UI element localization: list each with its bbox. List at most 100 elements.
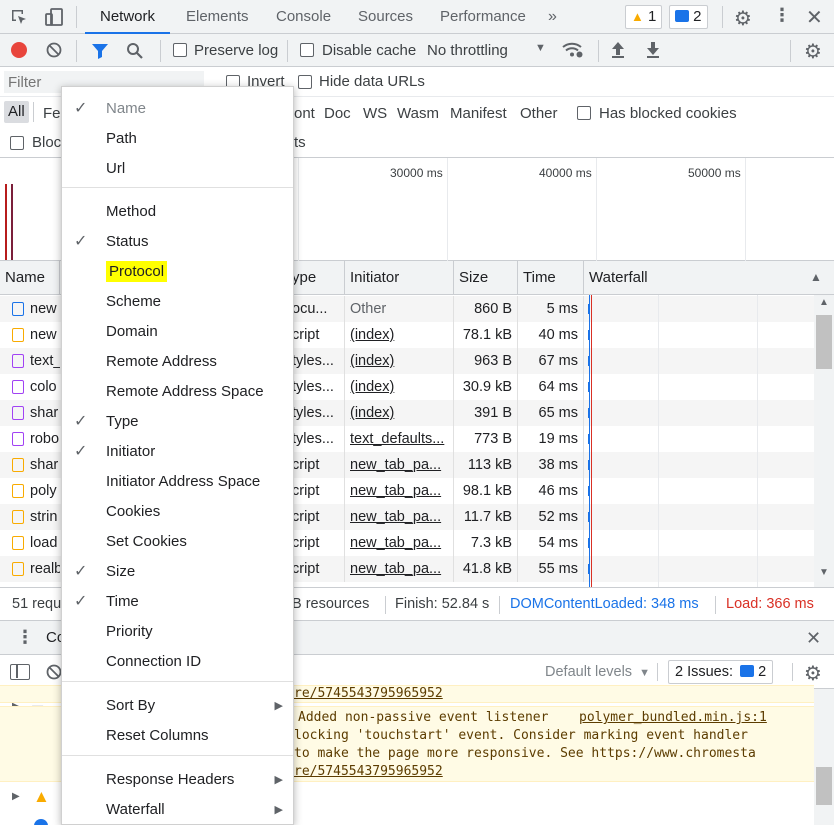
column-header-size[interactable]: Size xyxy=(454,261,518,295)
scroll-up-icon[interactable]: ▲ xyxy=(819,297,829,308)
drawer-menu-icon[interactable]: ⋮ xyxy=(16,627,34,648)
warnings-badge[interactable]: ▲ 1 xyxy=(625,5,663,29)
search-icon[interactable] xyxy=(126,42,144,60)
menu-item-type[interactable]: ✓ Type xyxy=(62,407,293,437)
console-link[interactable]: re/5745543795965952 xyxy=(294,686,443,701)
scrollbar-thumb[interactable] xyxy=(816,315,832,369)
type-filter-doc[interactable]: Doc xyxy=(324,105,351,122)
cell-name: new xyxy=(30,327,57,343)
tab-elements[interactable]: Elements xyxy=(186,0,249,34)
console-settings-gear-icon[interactable]: ⚙ xyxy=(804,661,822,686)
info-icon[interactable] xyxy=(34,819,48,825)
menu-item-remote-address[interactable]: Remote Address xyxy=(62,347,293,377)
menu-item-initiator[interactable]: ✓ Initiator xyxy=(62,437,293,467)
column-header-initiator[interactable]: Initiator xyxy=(345,261,454,295)
cell-size: 30.9 kB xyxy=(454,374,518,400)
cell-type: cript xyxy=(292,452,345,478)
menu-item-url[interactable]: Url xyxy=(62,154,293,184)
menu-item-domain[interactable]: Domain xyxy=(62,317,293,347)
type-filter-wasm[interactable]: Wasm xyxy=(397,105,439,122)
tab-sources[interactable]: Sources xyxy=(358,0,413,34)
menu-item-sort-by[interactable]: Sort By ▶ xyxy=(62,691,293,721)
warnings-icon[interactable]: ▲ xyxy=(33,787,50,807)
settings-gear-icon[interactable]: ⚙ xyxy=(734,6,752,31)
menu-item-path[interactable]: Path xyxy=(62,124,293,154)
has-blocked-cookies-checkbox[interactable] xyxy=(577,106,591,120)
scroll-down-icon[interactable]: ▼ xyxy=(819,567,829,578)
menu-item-initiator-address-space[interactable]: Initiator Address Space xyxy=(62,467,293,497)
checkmark-icon: ✓ xyxy=(74,413,88,430)
menu-item-method[interactable]: Method xyxy=(62,197,293,227)
cell-initiator[interactable]: new_tab_pa... xyxy=(345,478,454,504)
menu-item-reset-columns[interactable]: Reset Columns xyxy=(62,721,293,751)
disable-cache-checkbox[interactable] xyxy=(300,43,314,57)
close-drawer-icon[interactable]: ✕ xyxy=(806,628,821,649)
device-toolbar-icon[interactable] xyxy=(44,7,64,27)
inspect-element-icon[interactable] xyxy=(10,8,28,26)
column-header-time[interactable]: Time xyxy=(518,261,584,295)
close-devtools-icon[interactable]: ✕ xyxy=(806,5,823,30)
cell-initiator[interactable]: new_tab_pa... xyxy=(345,452,454,478)
import-har-upload-icon[interactable] xyxy=(610,40,626,60)
type-filter-manifest[interactable]: Manifest xyxy=(450,105,507,122)
export-har-download-icon[interactable] xyxy=(645,40,661,60)
hide-data-urls-checkbox[interactable] xyxy=(298,75,312,89)
cell-initiator[interactable]: (index) xyxy=(345,374,454,400)
type-filter-ws[interactable]: WS xyxy=(363,105,387,122)
clear-console-icon[interactable] xyxy=(46,664,62,680)
table-scrollbar[interactable]: ▲ ▼ xyxy=(814,295,834,587)
menu-item-size[interactable]: ✓ Size xyxy=(62,557,293,587)
tab-network[interactable]: Network xyxy=(85,0,171,34)
issues-badge[interactable]: 2 xyxy=(669,5,708,29)
expand-arrow-icon[interactable]: ▶ xyxy=(12,791,20,802)
more-tabs-button[interactable]: » xyxy=(548,0,557,34)
console-source-link[interactable]: polymer_bundled.min.js:1 xyxy=(579,710,767,725)
column-header-name[interactable]: Name xyxy=(0,261,60,295)
filter-icon[interactable] xyxy=(91,42,109,60)
cell-initiator[interactable]: new_tab_pa... xyxy=(345,504,454,530)
menu-item-cookies[interactable]: Cookies xyxy=(62,497,293,527)
clear-icon[interactable] xyxy=(46,42,62,58)
console-issues-button[interactable]: 2 Issues: 2 xyxy=(668,660,774,684)
throttling-select[interactable]: No throttling xyxy=(427,42,508,59)
cell-name: robo xyxy=(30,431,60,447)
menu-item-scheme[interactable]: Scheme xyxy=(62,287,293,317)
menu-item-remote-address-space[interactable]: Remote Address Space xyxy=(62,377,293,407)
menu-item-time[interactable]: ✓ Time xyxy=(62,587,293,617)
column-header-waterfall[interactable]: Waterfall xyxy=(584,261,834,295)
blocked-requests-checkbox[interactable] xyxy=(10,136,24,150)
tab-console[interactable]: Console xyxy=(276,0,331,34)
cell-initiator[interactable]: new_tab_pa... xyxy=(345,530,454,556)
cell-initiator[interactable]: (index) xyxy=(345,400,454,426)
cell-initiator[interactable]: text_defaults... xyxy=(345,426,454,452)
cell-initiator[interactable]: (index) xyxy=(345,348,454,374)
console-scrollbar[interactable] xyxy=(814,689,834,825)
chevron-down-icon: ▼ xyxy=(535,42,546,54)
network-settings-gear-icon[interactable]: ⚙ xyxy=(804,39,822,64)
more-options-icon[interactable]: ⋮ xyxy=(773,5,791,26)
console-sidebar-toggle-icon[interactable] xyxy=(10,664,30,680)
menu-item-status[interactable]: ✓ Status xyxy=(62,227,293,257)
preserve-log-checkbox[interactable] xyxy=(173,43,187,57)
record-button-icon[interactable] xyxy=(11,42,27,58)
cell-initiator[interactable]: (index) xyxy=(345,322,454,348)
scrollbar-thumb[interactable] xyxy=(816,767,832,805)
menu-item-connection-id[interactable]: Connection ID xyxy=(62,647,293,677)
network-conditions-wifi-icon[interactable] xyxy=(562,40,584,60)
menu-item-priority[interactable]: Priority xyxy=(62,617,293,647)
type-filter-fetch[interactable]: Fe xyxy=(43,105,61,122)
cell-time: 55 ms xyxy=(518,556,584,582)
type-filter-font[interactable]: ont xyxy=(294,105,315,122)
menu-item-set-cookies[interactable]: Set Cookies xyxy=(62,527,293,557)
tab-performance[interactable]: Performance xyxy=(440,0,526,34)
menu-item-protocol[interactable]: Protocol xyxy=(62,257,293,287)
menu-item-waterfall[interactable]: Waterfall ▶ xyxy=(62,795,293,825)
type-filter-other[interactable]: Other xyxy=(520,105,558,122)
cell-initiator[interactable]: new_tab_pa... xyxy=(345,556,454,582)
type-filter-all[interactable]: All xyxy=(4,101,29,123)
menu-item-response-headers[interactable]: Response Headers ▶ xyxy=(62,765,293,795)
column-header-type[interactable]: ype xyxy=(292,261,345,295)
console-link[interactable]: re/5745543795965952 xyxy=(294,764,443,779)
log-levels-dropdown[interactable]: Default levels ▼ xyxy=(545,664,650,680)
cell-time: 52 ms xyxy=(518,504,584,530)
